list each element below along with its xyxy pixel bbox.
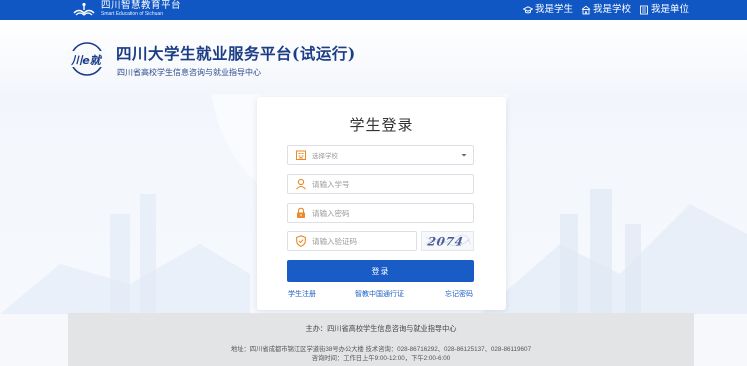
footer-host: 主办：四川省高校学生信息咨询与就业指导中心 bbox=[305, 324, 457, 333]
nav-student[interactable]: 我是学生 bbox=[522, 4, 573, 16]
student-id-field bbox=[287, 174, 474, 194]
site-title: 四川大学生就业服务平台(试运行) bbox=[116, 44, 356, 63]
user-icon bbox=[296, 178, 306, 190]
captcha-code-text: 2074 bbox=[426, 235, 465, 249]
school-building-icon bbox=[581, 5, 591, 15]
nav-school-label: 我是学校 bbox=[592, 4, 631, 15]
lock-icon bbox=[297, 207, 305, 218]
open-book-logo-icon bbox=[73, 2, 95, 16]
password-input[interactable] bbox=[312, 204, 473, 222]
captcha-input[interactable] bbox=[312, 232, 416, 250]
footer-hours: 咨询时间：工作日上午9:00-12:00，下午2:00-6:00 bbox=[311, 355, 451, 362]
nav-employer-label: 我是单位 bbox=[650, 4, 689, 15]
svg-text:川e就: 川e就 bbox=[70, 54, 102, 67]
top-bar: 四川智慧教育平台 Smart Education of Sichuan 我是学生… bbox=[0, 0, 747, 20]
register-link[interactable]: 学生注册 bbox=[288, 289, 316, 299]
password-field bbox=[287, 203, 474, 223]
login-title: 学生登录 bbox=[349, 117, 414, 134]
student-id-input[interactable] bbox=[312, 175, 473, 193]
login-card: 学生登录 选择学校 请输入学号 请输入验证码 2074 登录 学生注册 智教中国… bbox=[257, 97, 506, 310]
nav-employer[interactable]: 我是单位 bbox=[639, 4, 689, 16]
chuan-e-jiu-logo: 川e就 bbox=[66, 42, 106, 76]
graduation-cap-icon bbox=[522, 6, 533, 14]
captcha-field bbox=[287, 231, 417, 251]
office-building-icon bbox=[640, 5, 648, 15]
site-header: 川e就 四川大学生就业服务平台(试运行) 四川省高校学生信息咨询与就业指导中心 bbox=[0, 20, 747, 94]
nav-school[interactable]: 我是学校 bbox=[581, 4, 631, 16]
login-button[interactable]: 登录 bbox=[287, 260, 474, 282]
forgot-password-link[interactable]: 忘记密码 bbox=[445, 289, 473, 299]
platform-logo-text: 四川智慧教育平台 bbox=[101, 0, 182, 11]
chevron-down-icon bbox=[461, 154, 467, 157]
footer-address: 地址：四川省成都市锦江区学道街38号办公大楼 技术咨询：028-86716292… bbox=[230, 346, 532, 353]
top-navigation: 我是学生 我是学校 我是单位 bbox=[522, 4, 689, 16]
school-select[interactable]: 选择学校 bbox=[287, 145, 474, 165]
chsi-passport-link[interactable]: 智教中国通行证 bbox=[355, 289, 404, 299]
platform-logo-english: Smart Education of Sichuan bbox=[101, 11, 163, 17]
nav-student-label: 我是学生 bbox=[534, 4, 573, 15]
shield-icon bbox=[296, 235, 306, 248]
site-subtitle: 四川省高校学生信息咨询与就业指导中心 bbox=[117, 68, 261, 77]
school-select-value: 选择学校 bbox=[312, 153, 338, 160]
captcha-image[interactable]: 2074 bbox=[421, 231, 474, 251]
site-footer: 主办：四川省高校学生信息咨询与就业指导中心 地址：四川省成都市锦江区学道街38号… bbox=[68, 313, 694, 366]
school-icon bbox=[296, 150, 306, 160]
